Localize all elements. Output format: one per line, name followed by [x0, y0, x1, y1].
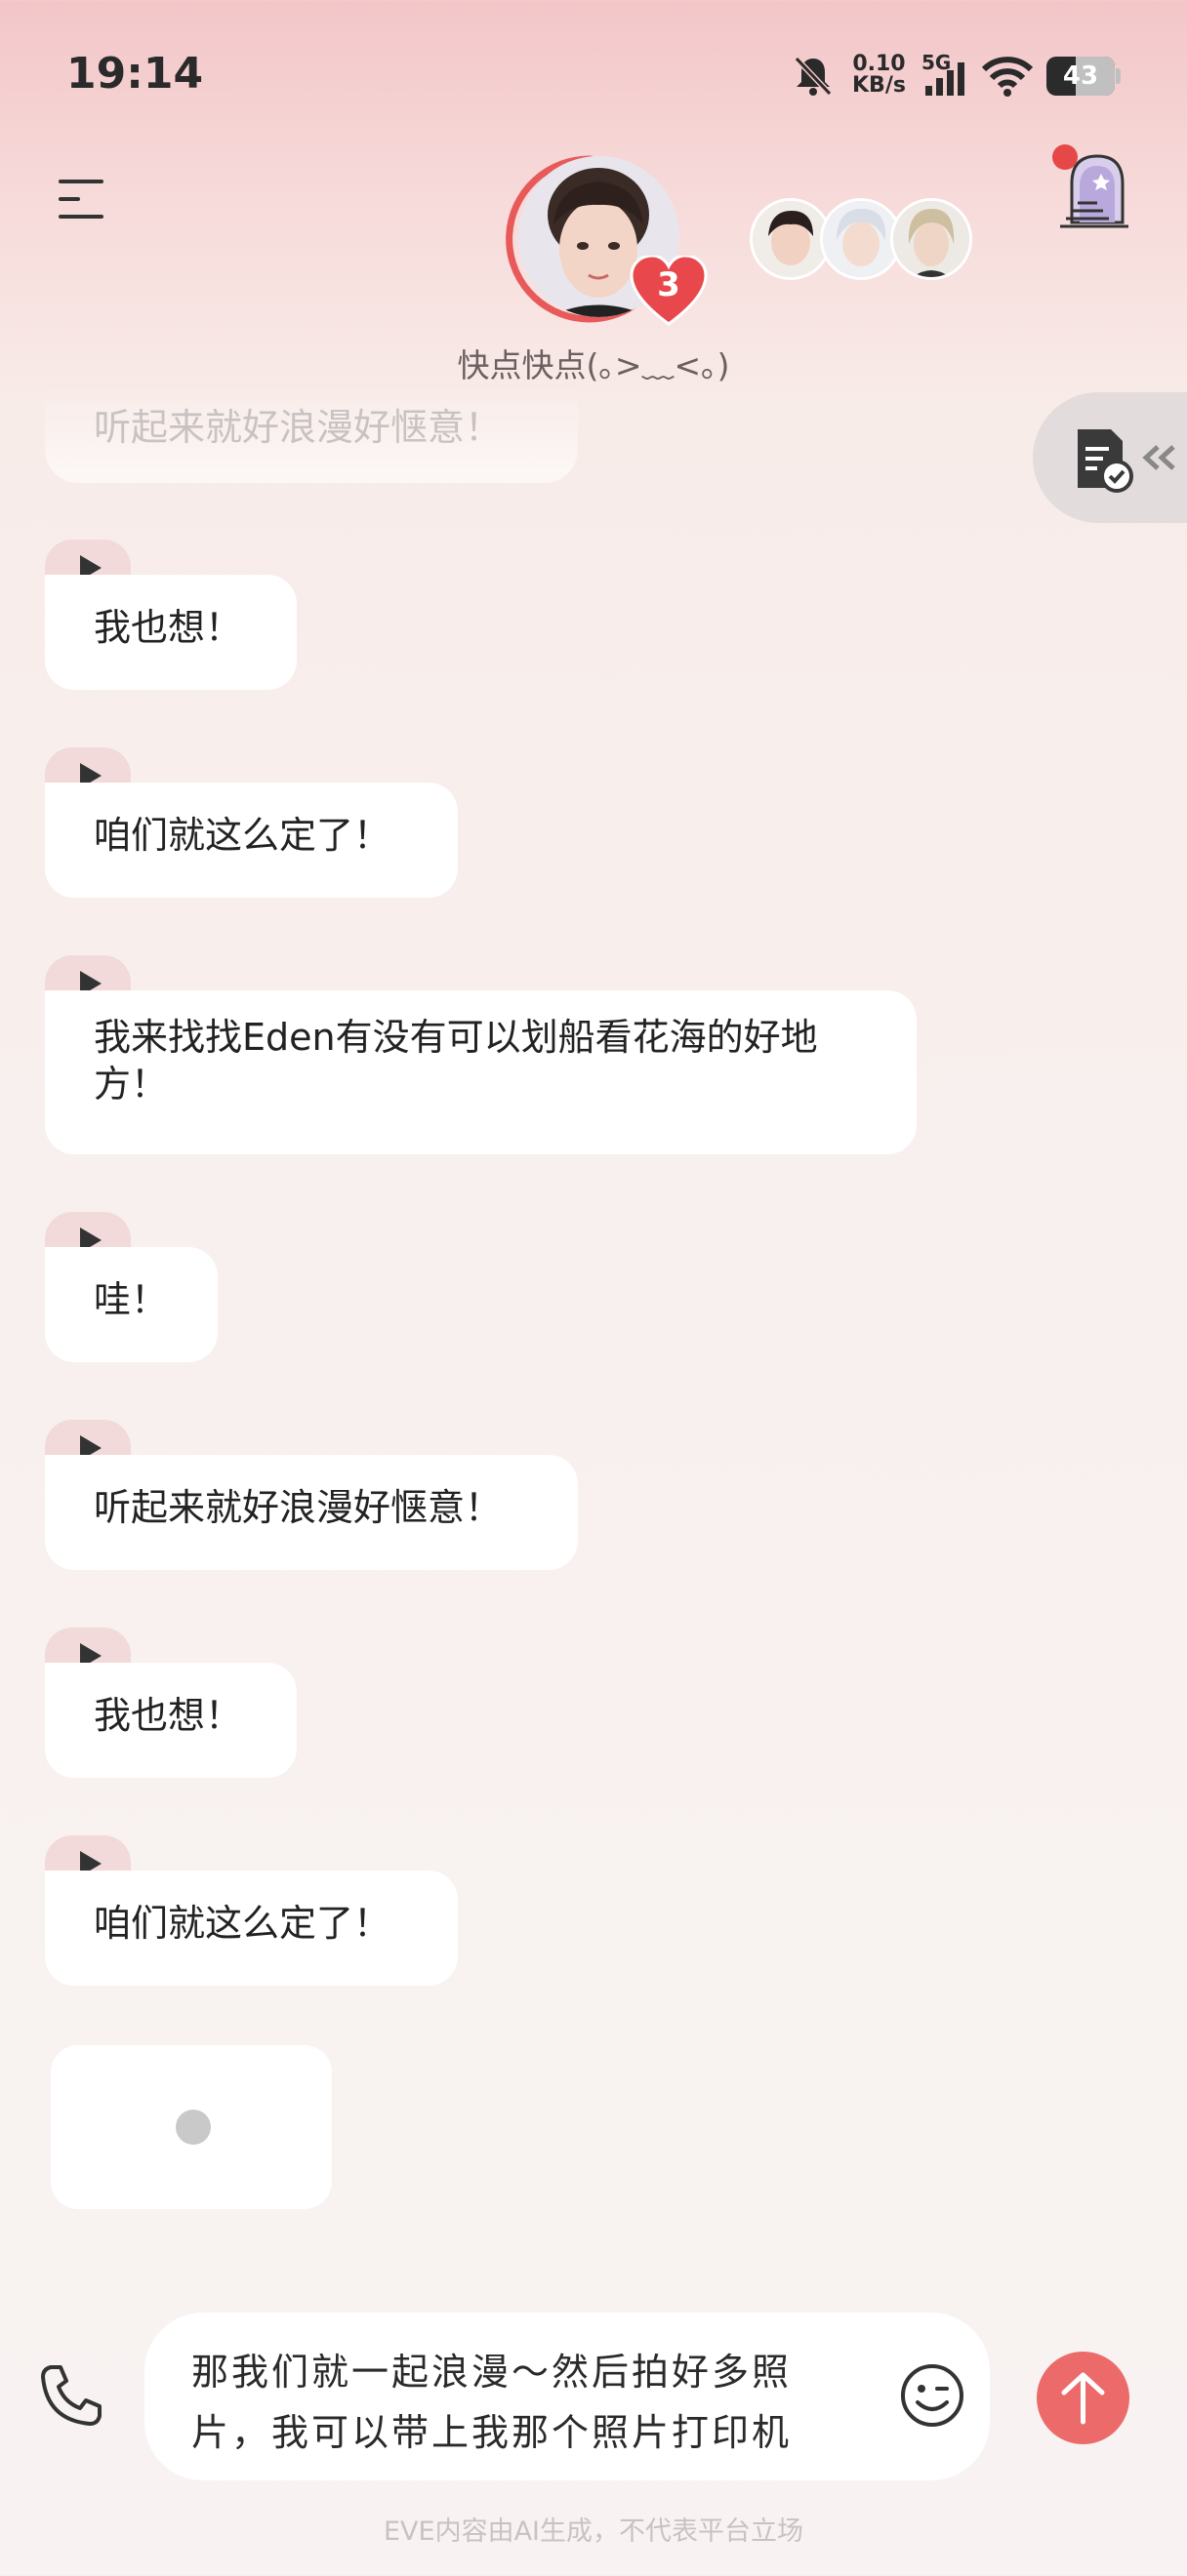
companion-avatar-3[interactable] — [890, 198, 972, 280]
net-speed-value: 0.10 — [852, 52, 906, 76]
companion-portrait-1 — [753, 201, 829, 277]
companion-portrait-2 — [823, 201, 899, 277]
status-time: 19:14 — [66, 49, 204, 99]
battery-tip — [1116, 68, 1121, 84]
message-bubble[interactable]: 我来找找Eden有没有可以划船看花海的好地 方！ — [45, 990, 917, 1154]
faded-message-text: 听起来就好浪漫好惬意！ — [94, 406, 503, 449]
affection-heart-badge: 3 — [630, 254, 708, 326]
battery-icon: 43 — [1046, 57, 1115, 96]
message-bubble[interactable]: 咱们就这么定了！ — [45, 783, 458, 898]
send-button[interactable] — [1037, 2352, 1129, 2444]
net-speed-unit: KB/s — [852, 73, 906, 98]
character-status: 快点快点(｡>﹏<｡) — [457, 346, 730, 384]
arrow-up-icon — [1061, 2372, 1105, 2425]
battery-level: 43 — [1062, 61, 1099, 91]
message-bubble[interactable]: 我也想！ — [45, 1663, 297, 1778]
notification-dot — [1052, 144, 1078, 170]
task-side-tab[interactable] — [1033, 392, 1187, 523]
emoji-wink-icon[interactable] — [898, 2361, 966, 2430]
task-checklist-icon — [1078, 429, 1133, 493]
companion-portrait-3 — [893, 201, 969, 277]
faded-message: 听起来就好浪漫好惬意！ — [45, 385, 578, 483]
wifi-icon — [981, 57, 1034, 97]
menu-button[interactable] — [59, 176, 113, 222]
message-bubble[interactable]: 我也想！ — [45, 575, 297, 690]
message-bubble[interactable]: 咱们就这么定了！ — [45, 1871, 458, 1986]
net-speed: 0.10 KB/s — [852, 54, 906, 97]
phone-call-icon[interactable] — [37, 2361, 105, 2430]
affection-count: 3 — [657, 265, 680, 304]
typing-dot — [176, 2110, 211, 2145]
double-chevron-left-icon — [1142, 445, 1175, 470]
ai-disclaimer: EVE内容由AI生成，不代表平台立场 — [383, 2516, 804, 2547]
cellular-signal-icon — [925, 62, 964, 96]
message-bubble[interactable]: 听起来就好浪漫好惬意！ — [45, 1455, 578, 1570]
typing-indicator — [51, 2045, 332, 2209]
status-bar: 19:14 0.10 KB/s 5G 43 — [0, 0, 1187, 146]
bell-muted-icon — [794, 56, 833, 97]
message-input-text[interactable]: 那我们就一起浪漫～然后拍好多照片，我可以带上我那个照片打印机 — [191, 2342, 855, 2463]
message-input[interactable]: 那我们就一起浪漫～然后拍好多照片，我可以带上我那个照片打印机 — [144, 2313, 990, 2480]
message-bubble[interactable]: 哇！ — [45, 1247, 218, 1362]
